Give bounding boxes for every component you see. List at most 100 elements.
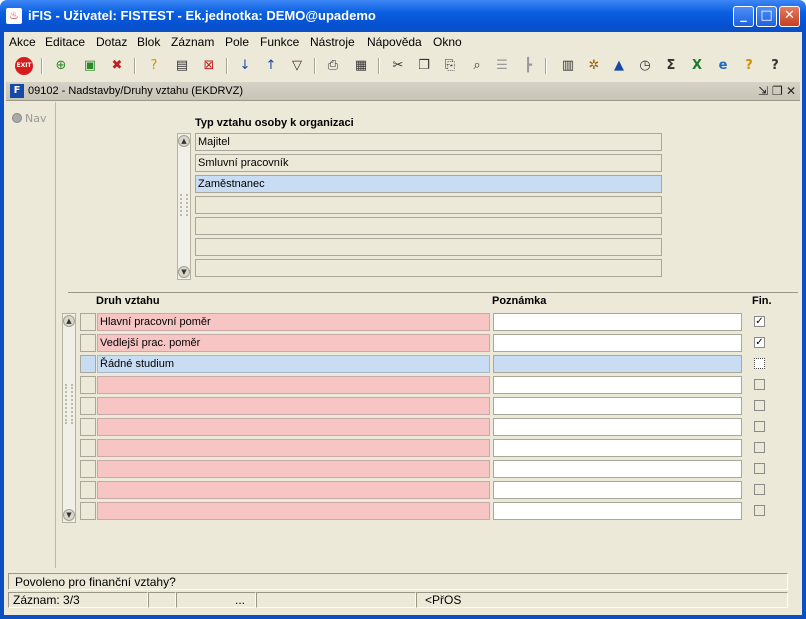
fin-checkbox[interactable]: ✓ [754,337,765,348]
print-icon[interactable]: ⎙ [324,57,342,75]
scroll-down-icon[interactable]: ▼ [63,509,75,521]
fin-checkbox[interactable] [754,484,765,495]
maximize-button[interactable]: □ [756,6,777,27]
typ-vztahu-field[interactable] [195,217,662,235]
sort-desc-icon[interactable]: ↑ [262,57,280,75]
menu-napoveda[interactable]: Nápověda [367,35,422,49]
poznamka-field[interactable] [493,355,742,373]
mode-indicator: <PřOS [416,592,788,608]
excel-icon[interactable]: X [688,57,706,75]
menu-editace[interactable]: Editace [45,35,85,49]
list-icon[interactable]: ☰ [493,57,511,75]
menu-okno[interactable]: Okno [433,35,462,49]
query-icon[interactable]: ? [145,57,163,75]
fin-checkbox[interactable]: ✓ [754,316,765,327]
druh-vztahu-field[interactable]: Vedlejší prac. poměr [97,334,490,352]
poznamka-field[interactable] [493,439,742,457]
print-preview-icon[interactable]: ▦ [352,57,370,75]
row-selector[interactable] [80,334,96,352]
poznamka-field[interactable] [493,397,742,415]
menu-blok[interactable]: Blok [137,35,160,49]
filter-icon[interactable]: ▽ [288,57,306,75]
fin-checkbox[interactable] [754,379,765,390]
copy-icon[interactable]: ❐ [415,57,433,75]
close-button[interactable]: ✕ [779,6,800,27]
row-selector[interactable] [80,481,96,499]
fin-checkbox[interactable] [754,463,765,474]
typ-vztahu-field[interactable] [195,238,662,256]
tree-icon[interactable]: ┣ [519,57,537,75]
paste-icon[interactable]: ⎘ [441,57,459,75]
find-icon[interactable]: ⌕ [468,57,486,75]
druh-vztahu-field[interactable]: Řádné studium [97,355,490,373]
scroll-down-icon[interactable]: ▼ [178,266,190,278]
menu-pole[interactable]: Pole [225,35,249,49]
form-restore-icon[interactable]: ❐ [772,84,783,98]
typ-vztahu-field[interactable]: Smluvní pracovník [195,154,662,172]
typ-vztahu-field[interactable] [195,259,662,277]
druh-vztahu-field[interactable] [97,502,490,520]
row-selector[interactable] [80,355,96,373]
minimize-button[interactable]: _ [733,6,754,27]
add-record-icon[interactable]: ⊕ [52,57,70,75]
scroll-up-icon[interactable]: ▲ [63,315,75,327]
menu-dotaz[interactable]: Dotaz [96,35,127,49]
block2-scrollbar[interactable]: ▲ ▼ [62,313,76,523]
row-selector[interactable] [80,376,96,394]
settings-icon[interactable]: ✲ [585,57,603,75]
druh-vztahu-field[interactable] [97,439,490,457]
druh-vztahu-field[interactable]: Hlavní pracovní poměr [97,313,490,331]
ie-icon[interactable]: e [714,57,732,75]
form-close-icon[interactable]: ✕ [786,84,796,98]
poznamka-field[interactable] [493,460,742,478]
help-icon[interactable]: ? [766,57,784,75]
fin-checkbox[interactable] [754,505,765,516]
fin-checkbox[interactable] [754,400,765,411]
menu-zaznam[interactable]: Záznam [171,35,214,49]
druh-vztahu-field[interactable] [97,418,490,436]
block1-header: Typ vztahu osoby k organizaci [195,117,354,129]
poznamka-field[interactable] [493,418,742,436]
sort-asc-icon[interactable]: ↓ [236,57,254,75]
nav-radio[interactable] [12,113,22,123]
menu-funkce[interactable]: Funkce [260,35,299,49]
form-minimize-icon[interactable]: ⇲ [758,84,768,98]
execute-query-icon[interactable]: ▤ [173,57,191,75]
delete-record-icon[interactable]: ✖ [108,57,126,75]
druh-vztahu-field[interactable] [97,481,490,499]
druh-vztahu-field[interactable] [97,460,490,478]
help-question-icon[interactable]: ? [740,57,758,75]
chart-icon[interactable]: ▲ [610,57,628,75]
druh-vztahu-field[interactable] [97,397,490,415]
row-selector[interactable] [80,502,96,520]
row-selector[interactable] [80,418,96,436]
poznamka-field[interactable] [493,313,742,331]
fin-checkbox[interactable] [754,358,765,369]
typ-vztahu-field[interactable]: Majitel [195,133,662,151]
save-record-icon[interactable]: ▣ [81,57,99,75]
row-selector[interactable] [80,397,96,415]
cut-icon[interactable]: ✂ [389,57,407,75]
fin-checkbox[interactable] [754,442,765,453]
menu-nastroje[interactable]: Nástroje [310,35,355,49]
poznamka-field[interactable] [493,481,742,499]
typ-vztahu-field[interactable] [195,196,662,214]
row-selector[interactable] [80,460,96,478]
poznamka-field[interactable] [493,376,742,394]
row-selector[interactable] [80,313,96,331]
poznamka-field[interactable] [493,502,742,520]
calculator-icon[interactable]: ▥ [559,57,577,75]
exit-icon[interactable]: EXIT [15,57,33,75]
clock-icon[interactable]: ◷ [636,57,654,75]
row-selector[interactable] [80,439,96,457]
scroll-up-icon[interactable]: ▲ [178,135,190,147]
menu-akce[interactable]: Akce [9,35,36,49]
sum-icon[interactable]: Σ [662,57,680,75]
druh-vztahu-field[interactable] [97,376,490,394]
fin-checkbox[interactable] [754,421,765,432]
typ-vztahu-field[interactable]: Zaměstnanec [195,175,662,193]
cancel-query-icon[interactable]: ⊠ [200,57,218,75]
poznamka-field[interactable] [493,334,742,352]
form-title-bar: F 09102 - Nadstavby/Druhy vztahu (EKDRVZ… [6,82,800,101]
block1-scrollbar[interactable]: ▲ ▼ [177,133,191,280]
